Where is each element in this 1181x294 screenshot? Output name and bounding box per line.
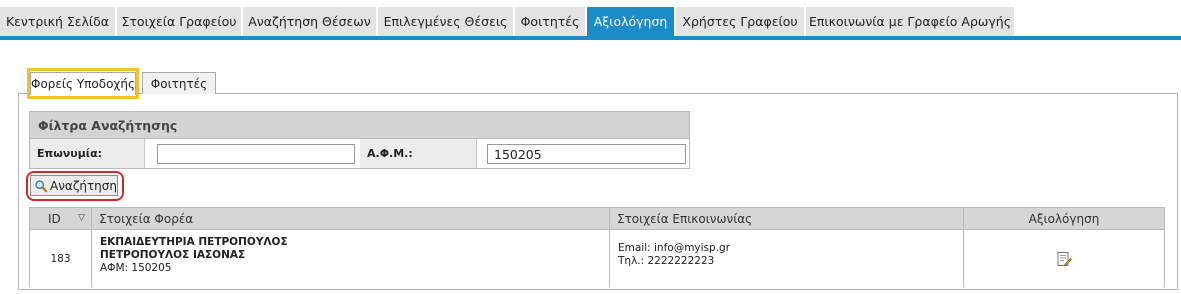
nav-tab-contact-helpdesk[interactable]: Επικοινωνία με Γραφείο Αρωγής <box>806 7 1014 36</box>
magnifier-icon <box>35 179 48 192</box>
contact-email: Email: info@myisp.gr <box>618 242 731 254</box>
subtab-students[interactable]: Φοιτητές <box>142 72 216 94</box>
table-row: 183 ΕΚΠΑΙΔΕΥΤΗΡΙΑ ΠΕΤΡΟΠΟΥΛΟΣ ΠΕΤΡΟΠΟΥΛΟ… <box>30 230 1164 287</box>
organization-name: ΕΚΠΑΙΔΕΥΤΗΡΙΑ ΠΕΤΡΟΠΟΥΛΟΣ <box>100 236 288 248</box>
column-header-evaluation: Αξιολόγηση <box>1028 211 1100 226</box>
nav-tab-office-users[interactable]: Χρήστες Γραφείου <box>676 7 804 36</box>
edit-document-icon[interactable] <box>1056 251 1072 267</box>
filters-row: Επωνυμία: Α.Φ.Μ.: <box>30 139 689 168</box>
afm-label: Α.Φ.Μ.: <box>360 139 477 168</box>
nav-tab-selected-positions[interactable]: Επιλεγμένες Θέσεις <box>378 7 513 36</box>
surname-input[interactable] <box>157 144 355 164</box>
nav-tab-office-details[interactable]: Στοιχεία Γραφείου <box>117 7 241 36</box>
cell-contact: Email: info@myisp.gr Τηλ.: 2222222223 <box>610 230 964 287</box>
nav-tab-evaluation[interactable]: Αξιολόγηση <box>587 7 674 36</box>
nav-tab-home[interactable]: Κεντρική Σελίδα <box>0 7 115 36</box>
surname-label: Επωνυμία: <box>30 139 145 168</box>
search-button[interactable]: Αναζήτηση <box>30 175 118 196</box>
results-table: ID ▽ Στοιχεία Φορέα Στοιχεία Επικοινωνία… <box>29 207 1165 287</box>
sort-indicator-icon[interactable]: ▽ <box>78 213 85 223</box>
afm-input[interactable] <box>487 144 686 164</box>
filters-title: Φίλτρα Αναζήτησης <box>30 112 689 139</box>
search-filters: Φίλτρα Αναζήτησης Επωνυμία: Α.Φ.Μ.: <box>29 111 690 169</box>
column-id-label: ID <box>48 211 61 226</box>
contact-phone: Τηλ.: 2222222223 <box>618 255 715 267</box>
column-header-id[interactable]: ID ▽ <box>30 208 92 229</box>
column-header-contact: Στοιχεία Επικοινωνίας <box>610 208 964 229</box>
subtab-host-organizations[interactable]: Φορείς Υποδοχής <box>30 72 136 95</box>
organization-afm: ΑΦΜ: 150205 <box>100 262 172 274</box>
nav-accent-bar <box>0 36 1181 40</box>
afm-cell <box>477 139 689 168</box>
search-button-label: Αναζήτηση <box>50 178 117 193</box>
nav-tab-students[interactable]: Φοιτητές <box>515 7 585 36</box>
cell-evaluation <box>964 230 1164 287</box>
table-header: ID ▽ Στοιχεία Φορέα Στοιχεία Επικοινωνία… <box>30 208 1164 230</box>
cell-organization: ΕΚΠΑΙΔΕΥΤΗΡΙΑ ΠΕΤΡΟΠΟΥΛΟΣ ΠΕΤΡΟΠΟΥΛΟΣ ΙΑ… <box>92 230 610 287</box>
surname-cell <box>145 139 390 168</box>
main-navigation: Κεντρική Σελίδα Στοιχεία Γραφείου Αναζήτ… <box>0 7 1181 41</box>
organization-representative: ΠΕΤΡΟΠΟΥΛΟΣ ΙΑΣΟΝΑΣ <box>100 249 246 261</box>
column-header-organization: Στοιχεία Φορέα <box>92 208 610 229</box>
cell-id: 183 <box>30 230 92 287</box>
nav-tab-position-search[interactable]: Αναζήτηση Θέσεων <box>243 7 376 36</box>
